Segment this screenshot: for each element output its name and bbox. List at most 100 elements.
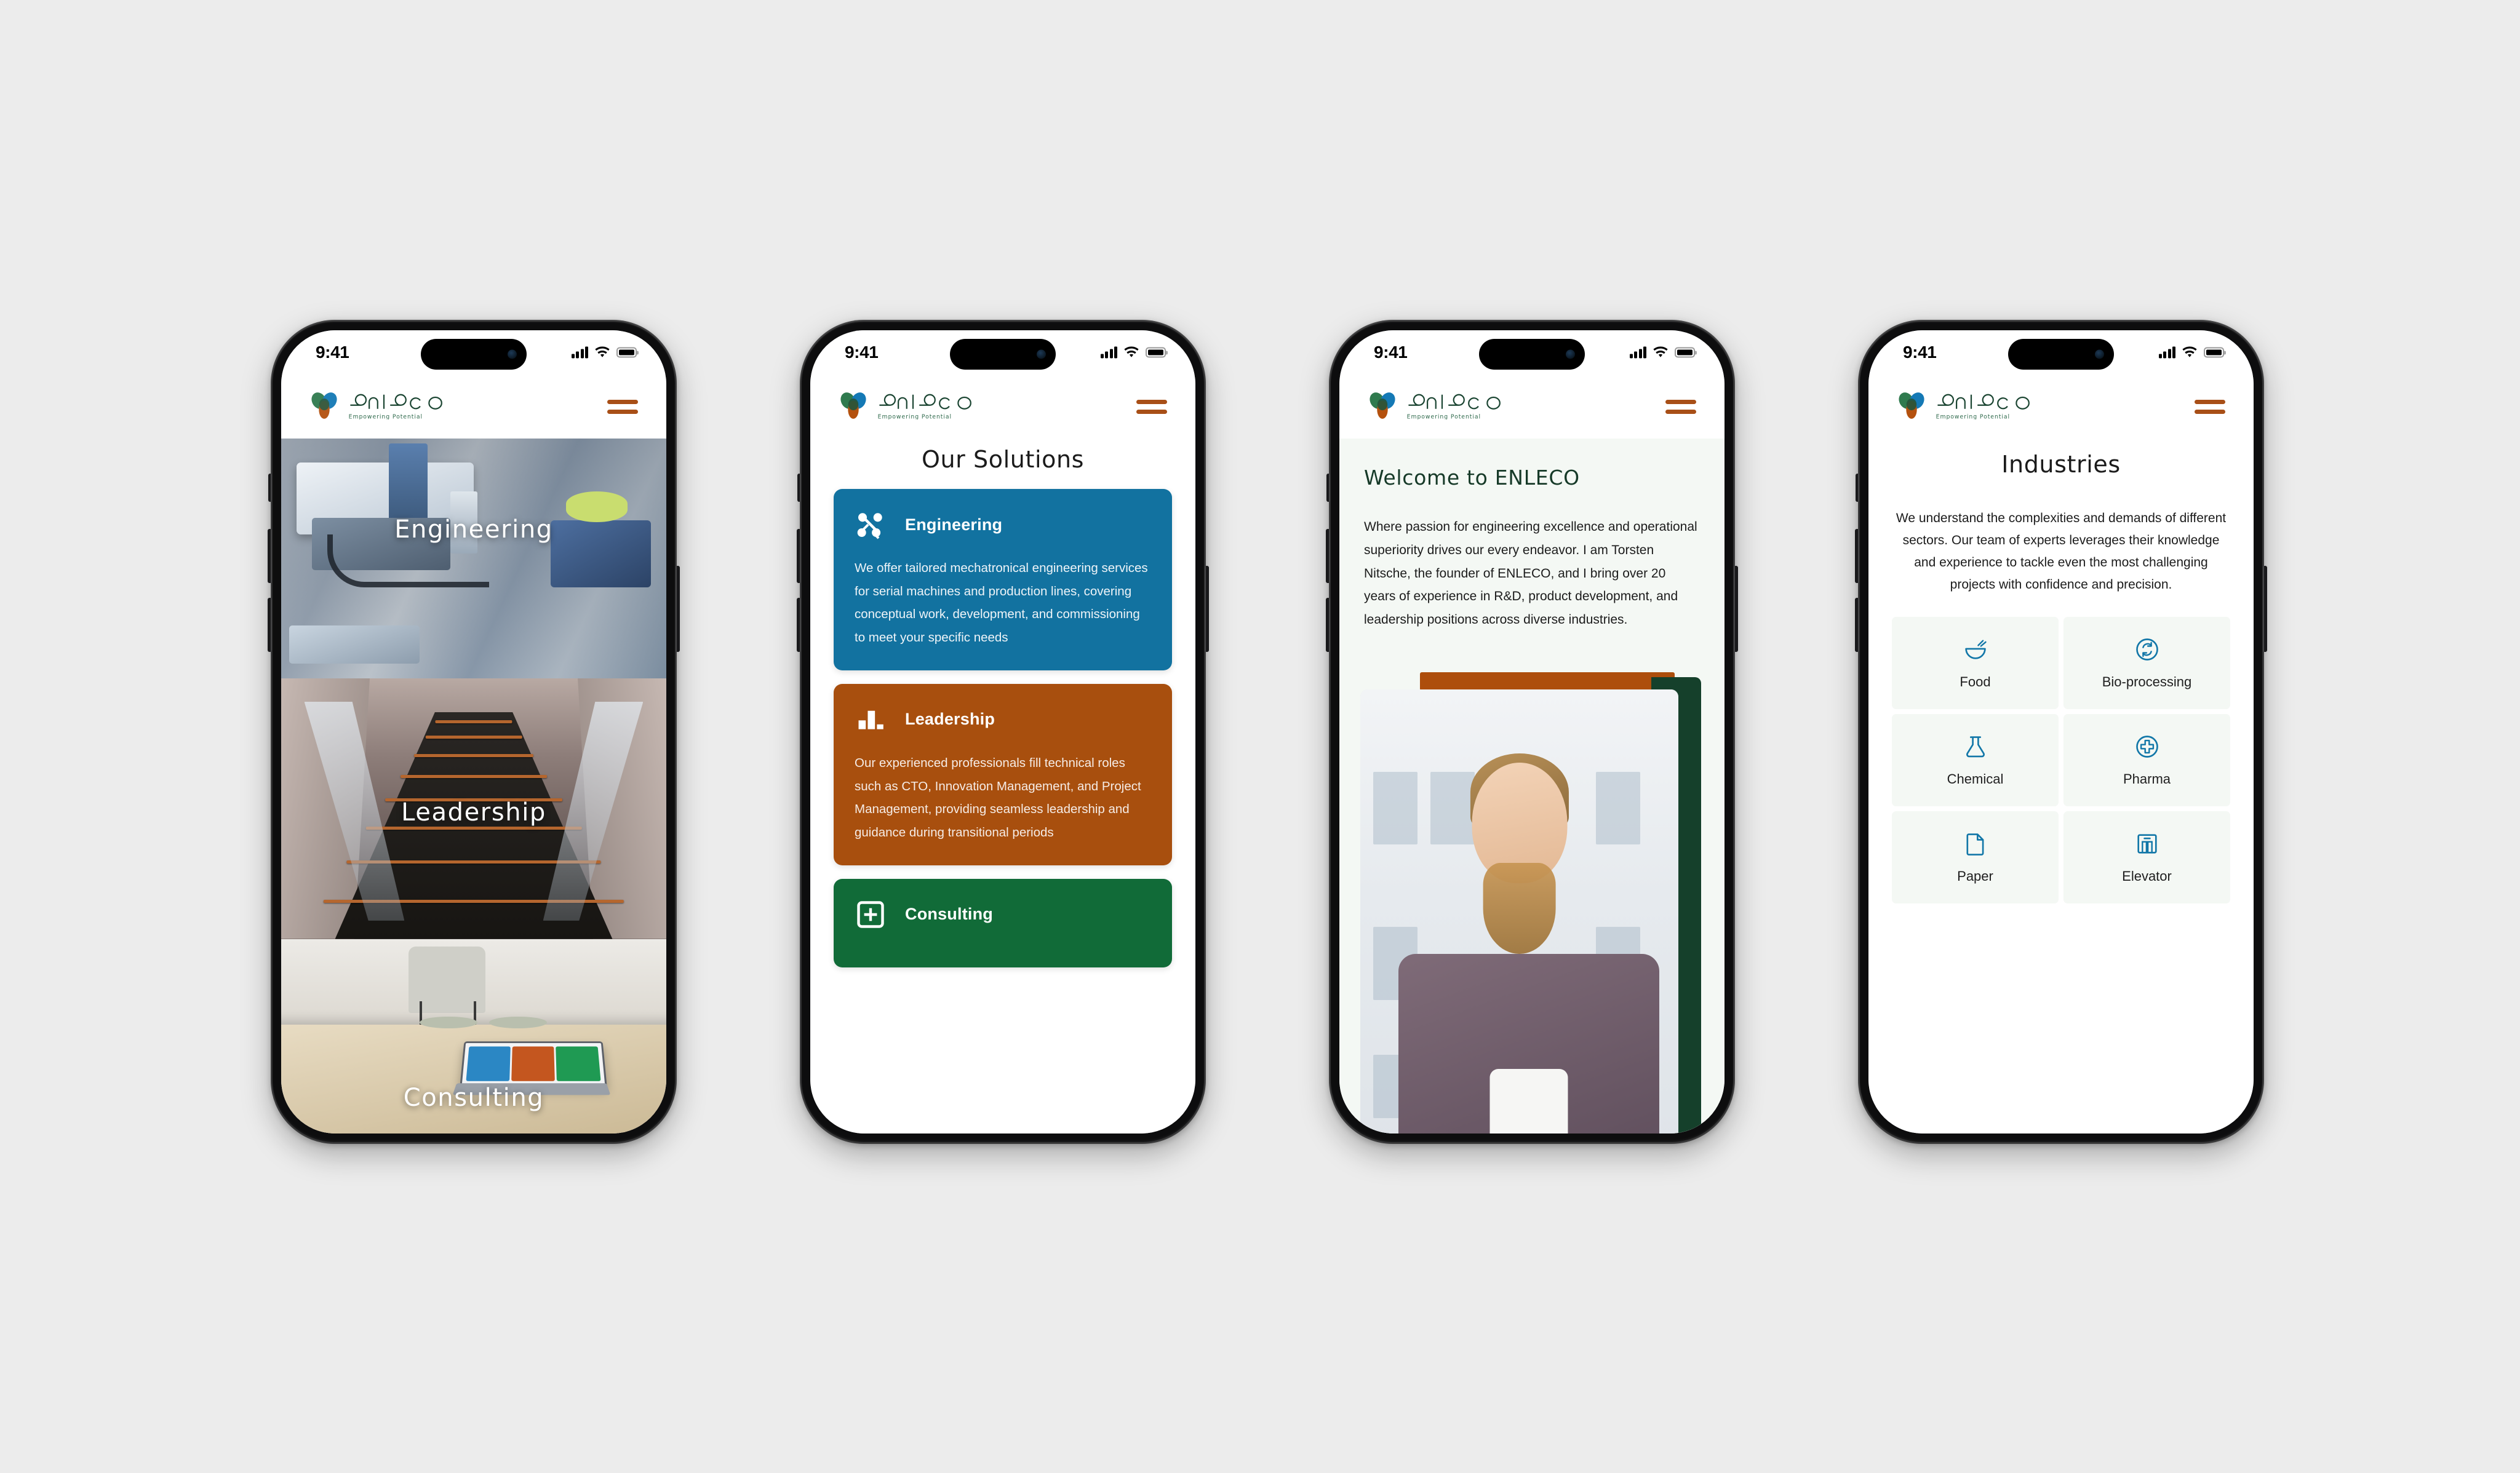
site-header: Empowering Potential: [1868, 375, 2254, 439]
volume-down-button[interactable]: [1326, 598, 1330, 652]
volume-up-button[interactable]: [268, 529, 272, 583]
dynamic-island: [950, 339, 1056, 370]
industry-cell-bio-processing[interactable]: Bio-processing: [2063, 617, 2230, 710]
wifi-icon: [595, 346, 610, 357]
industry-cell-chemical[interactable]: Chemical: [1892, 714, 2059, 807]
power-button[interactable]: [1734, 566, 1738, 652]
brand-logo[interactable]: Empowering Potential: [308, 391, 453, 423]
battery-icon: [1675, 347, 1695, 358]
industry-cell-pharma[interactable]: Pharma: [2063, 714, 2230, 807]
solutions-page: Our Solutions Engineering We offer tailo…: [810, 439, 1195, 1134]
enleco-wordmark: [350, 394, 442, 410]
volume-down-button[interactable]: [1855, 598, 1859, 652]
dynamic-island: [2008, 339, 2114, 370]
industries-page: Industries We understand the complexitie…: [1868, 439, 2254, 1134]
industry-cell-paper[interactable]: Paper: [1892, 811, 2059, 904]
battery-icon: [1146, 347, 1166, 358]
front-camera-icon: [2095, 349, 2104, 359]
device-screen: 9:41: [1868, 330, 2254, 1134]
enleco-trefoil-icon: [840, 392, 866, 419]
power-button[interactable]: [1205, 566, 1209, 652]
medical-cross-circle-icon: [2135, 736, 2158, 758]
status-time: 9:41: [316, 343, 349, 362]
volume-down-button[interactable]: [797, 598, 801, 652]
solution-card-leadership[interactable]: Leadership Our experienced professionals…: [834, 683, 1172, 865]
hamburger-menu-icon[interactable]: [1136, 399, 1167, 414]
hero-panel-leadership[interactable]: Leadership: [281, 678, 666, 939]
volume-up-button[interactable]: [1855, 529, 1859, 583]
accent-bar-orange: [1420, 672, 1675, 691]
front-camera-icon: [1566, 349, 1575, 359]
industry-label: Chemical: [1947, 771, 2004, 787]
hero-label-consulting: Consulting: [403, 1084, 544, 1113]
silent-switch[interactable]: [1856, 474, 1859, 502]
cellular-signal-icon: [571, 346, 588, 359]
silent-switch[interactable]: [268, 474, 272, 502]
enleco-trefoil-icon: [1370, 392, 1395, 419]
industry-label: Paper: [1957, 868, 1993, 884]
svg-text:Empowering Potential: Empowering Potential: [1407, 413, 1481, 419]
status-time: 9:41: [1903, 343, 1937, 362]
volume-down-button[interactable]: [268, 598, 272, 652]
brand-logo[interactable]: Empowering Potential: [1896, 391, 2041, 423]
industry-cell-food[interactable]: Food: [1892, 617, 2059, 710]
solution-title: Engineering: [905, 515, 1003, 534]
hero-panel-engineering[interactable]: Engineering: [281, 439, 666, 678]
wifi-icon: [1124, 346, 1139, 357]
svg-text:Empowering Potential: Empowering Potential: [1936, 413, 2010, 419]
device-mockup-industries: 9:41 Empowering Potential Industries We …: [1855, 320, 2267, 1144]
founder-portrait-photo: [1360, 689, 1678, 1134]
brand-logo[interactable]: Empowering Potential: [837, 391, 983, 423]
recycle-circle-icon: [2135, 638, 2158, 661]
page-title-industries: Industries: [2001, 451, 2121, 478]
volume-up-button[interactable]: [797, 529, 801, 583]
enleco-trefoil-icon: [1899, 392, 1924, 419]
document-page-icon: [1966, 833, 1984, 856]
front-camera-icon: [1037, 349, 1046, 359]
wifi-icon: [2182, 346, 2197, 357]
cellular-signal-icon: [1100, 346, 1117, 359]
cellular-signal-icon: [2158, 346, 2175, 359]
industry-cell-elevator[interactable]: Elevator: [2063, 811, 2230, 904]
device-mockup-home: 9:41 Empowering Potential Engineering Le…: [268, 320, 680, 1144]
lab-machinery-photo: [281, 439, 666, 678]
hamburger-menu-icon[interactable]: [2195, 399, 2225, 414]
solution-title: Leadership: [905, 710, 995, 729]
status-time: 9:41: [1374, 343, 1408, 362]
brand-tagline: Empowering Potential: [349, 413, 422, 419]
wifi-icon: [1653, 346, 1668, 357]
silent-switch[interactable]: [797, 474, 801, 502]
device-mockup-solutions: 9:41 Empowering Potential Our Solutions …: [797, 320, 1209, 1144]
solution-card-consulting[interactable]: Consulting: [834, 878, 1172, 967]
hamburger-menu-icon[interactable]: [607, 399, 638, 414]
bar-chart-icon: [858, 710, 883, 729]
hamburger-menu-icon[interactable]: [1665, 399, 1696, 414]
battery-icon: [2204, 347, 2224, 358]
volume-up-button[interactable]: [1326, 529, 1330, 583]
screenshot-canvas: 9:41 Empowering Potential Engineering Le…: [0, 0, 2520, 1473]
status-bar: 9:41: [810, 330, 1195, 375]
welcome-card: Welcome to ENLECO Where passion for engi…: [1339, 439, 1725, 664]
welcome-page: Welcome to ENLECO Where passion for engi…: [1339, 439, 1725, 1134]
device-screen: 9:41: [281, 330, 666, 1134]
power-button[interactable]: [2263, 566, 2267, 652]
enleco-wordmark: [1937, 394, 2030, 410]
industries-grid: Food Bio-processing Chemical Pharma Pape…: [1868, 617, 2254, 904]
status-bar: 9:41: [1868, 330, 2254, 375]
hero-panel-consulting[interactable]: Consulting: [281, 939, 666, 1134]
solution-card-engineering[interactable]: Engineering We offer tailored mechatroni…: [834, 489, 1172, 670]
home-page: Engineering Leadership Consulting: [281, 439, 666, 1134]
status-bar: 9:41: [281, 330, 666, 375]
svg-text:Empowering Potential: Empowering Potential: [878, 413, 952, 419]
enleco-wordmark: [879, 394, 971, 410]
dynamic-island: [421, 339, 527, 370]
bowl-steam-icon: [1964, 640, 1987, 659]
device-screen: 9:41: [1339, 330, 1725, 1134]
cellular-signal-icon: [1629, 346, 1646, 359]
battery-icon: [616, 347, 637, 358]
power-button[interactable]: [676, 566, 680, 652]
industry-label: Elevator: [2122, 868, 2172, 884]
brand-logo[interactable]: Empowering Potential: [1366, 391, 1512, 423]
silent-switch[interactable]: [1326, 474, 1330, 502]
solution-title: Consulting: [905, 905, 993, 924]
